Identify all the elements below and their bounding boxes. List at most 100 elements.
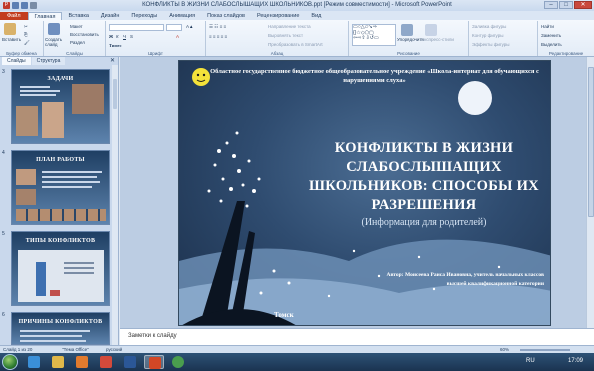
new-slide-icon[interactable] bbox=[48, 23, 60, 35]
notes-placeholder: Заметки к слайду bbox=[128, 333, 177, 339]
maximize-button[interactable]: □ bbox=[559, 1, 573, 9]
tab-outline[interactable]: Структура bbox=[31, 57, 66, 65]
font-name-field[interactable] bbox=[109, 24, 164, 31]
paste-button[interactable]: Вставить bbox=[2, 37, 21, 42]
shape-outline-button[interactable]: Контур фигуры bbox=[472, 33, 503, 38]
cut-icon[interactable]: ✂ bbox=[24, 24, 28, 30]
tab-insert[interactable]: Вставка bbox=[62, 12, 94, 20]
arrange-button[interactable]: Упорядочить bbox=[397, 37, 424, 42]
notes-pane[interactable]: Заметки к слайду bbox=[120, 328, 594, 345]
ribbon-tabs: Файл Главная Вставка Дизайн Переходы Ани… bbox=[0, 11, 594, 20]
keyboard-language[interactable]: RU bbox=[526, 358, 535, 364]
drawing-label: Рисование bbox=[397, 51, 420, 56]
slide-thumbnail[interactable]: ТИПЫ КОНФЛИКТОВ bbox=[11, 231, 110, 306]
media-player-icon bbox=[76, 356, 88, 368]
font-color-icon[interactable]: А bbox=[176, 34, 179, 39]
close-button[interactable]: ✕ bbox=[574, 1, 592, 9]
title-bar: P КОНФЛИКТЫ В ЖИЗНИ СЛАБОСЛЫШАЩИХ ШКОЛЬН… bbox=[0, 0, 594, 11]
text-direction-button[interactable]: Направление текста bbox=[268, 24, 311, 29]
tab-file[interactable]: Файл bbox=[0, 12, 28, 20]
select-button[interactable]: Выделить bbox=[541, 42, 562, 47]
slide-author[interactable]: Автор: Моисеева Раиса Ивановна, учитель … bbox=[384, 271, 545, 289]
taskbar-app-browser[interactable] bbox=[96, 355, 116, 369]
shadow-icon[interactable]: S bbox=[130, 34, 133, 39]
shape-format-group: Заливка фигуры Контур фигуры Эффекты фиг… bbox=[469, 21, 537, 56]
slide-number: 6 bbox=[2, 312, 5, 318]
clipboard-group: Вставить ✂ ⎘ 🖌 Буфер обмена bbox=[0, 21, 44, 56]
slide-thumbnail[interactable]: ПРИЧИНЫ КОНФЛИКТОВ bbox=[11, 312, 110, 345]
slide-title[interactable]: КОНФЛИКТЫ В ЖИЗНИ СЛАБОСЛЫШАЩИХ ШКОЛЬНИК… bbox=[299, 139, 549, 215]
align-icons[interactable]: ≡ ≡ ≡ ≡ ≡ bbox=[209, 34, 227, 39]
taskbar-app-ie[interactable] bbox=[24, 355, 44, 369]
minimize-button[interactable]: – bbox=[544, 1, 558, 9]
copy-icon[interactable]: ⎘ bbox=[24, 32, 28, 37]
taskbar-app-word[interactable] bbox=[120, 355, 140, 369]
shape-fill-button[interactable]: Заливка фигуры bbox=[472, 24, 506, 29]
window-title: КОНФЛИКТЫ В ЖИЗНИ СЛАБОСЛЫШАЩИХ ШКОЛЬНИК… bbox=[142, 2, 452, 8]
section-button[interactable]: Раздел bbox=[70, 40, 85, 45]
slide-thumbnail[interactable]: ЗАДАЧИ bbox=[11, 69, 110, 144]
folder-icon bbox=[52, 356, 64, 368]
tab-slides[interactable]: Слайды bbox=[2, 57, 31, 65]
zoom-level[interactable]: 60% bbox=[500, 347, 509, 352]
slide-header-text[interactable]: Областное государственное бюджетное обще… bbox=[209, 67, 540, 85]
slide-thumbnail[interactable]: ПЛАН РАБОТЫ bbox=[11, 150, 110, 225]
current-slide[interactable]: Областное государственное бюджетное обще… bbox=[178, 60, 551, 326]
shape-effects-button[interactable]: Эффекты фигуры bbox=[472, 42, 510, 47]
underline-icon[interactable]: Ч bbox=[123, 34, 126, 39]
arrange-icon[interactable] bbox=[401, 24, 413, 36]
tab-animations[interactable]: Анимация bbox=[163, 12, 201, 20]
slides-label: Слайды bbox=[66, 51, 83, 56]
tab-review[interactable]: Рецензирование bbox=[251, 12, 305, 20]
taskbar-app-explorer[interactable] bbox=[48, 355, 68, 369]
align-text-button[interactable]: Выровнять текст bbox=[268, 33, 303, 38]
zoom-slider[interactable] bbox=[520, 349, 570, 351]
quick-styles-button[interactable]: Экспресс-стили bbox=[421, 37, 454, 42]
find-button[interactable]: Найти bbox=[541, 24, 554, 29]
clock[interactable]: 17:09 bbox=[568, 358, 583, 364]
slides-pane-scrollbar[interactable] bbox=[112, 65, 118, 345]
slide-counter: Слайд 1 из 20 bbox=[3, 347, 33, 352]
tab-view[interactable]: Вид bbox=[305, 12, 327, 20]
font-label: Шрифт bbox=[148, 51, 163, 56]
shapes-gallery[interactable]: ▭○△▱↘⇒ {}☆◇⬠▢ ⇦⇨⇧⇩↺▭ bbox=[352, 24, 396, 46]
tab-transitions[interactable]: Переходы bbox=[125, 12, 163, 20]
italic-icon[interactable]: К bbox=[116, 34, 119, 39]
tab-design[interactable]: Дизайн bbox=[95, 12, 126, 20]
moon-shape bbox=[458, 81, 492, 115]
current-font-name: Тимес bbox=[109, 43, 122, 48]
grow-font-icon[interactable]: A▲ bbox=[186, 24, 193, 29]
taskbar-app-media[interactable] bbox=[72, 355, 92, 369]
reset-button[interactable]: Восстановить bbox=[70, 32, 99, 37]
slide-number: 4 bbox=[2, 150, 5, 156]
photo-image bbox=[72, 84, 104, 114]
slide-city[interactable]: Томск bbox=[274, 311, 294, 319]
replace-button[interactable]: Заменить bbox=[541, 33, 561, 38]
smartart-button[interactable]: Преобразовать в SmartArt bbox=[268, 42, 323, 47]
start-button[interactable] bbox=[2, 354, 18, 370]
browser-icon bbox=[100, 356, 112, 368]
tab-home[interactable]: Главная bbox=[27, 12, 63, 20]
editing-group: Найти Заменить Выделить Редактирование bbox=[537, 21, 594, 56]
slide-number: 5 bbox=[2, 231, 5, 237]
window-controls: – □ ✕ bbox=[544, 1, 592, 9]
pane-tabs: Слайды Структура bbox=[0, 57, 118, 65]
slides-pane: Слайды Структура ✕ 3 ЗАДАЧИ 4 ПЛАН РАБОТ… bbox=[0, 57, 119, 345]
paragraph-group: ☰ ☷ ≡ ≡ ≡ ≡ ≡ ≡ ≡ Направление текста Выр… bbox=[206, 21, 349, 56]
language-indicator[interactable]: русский bbox=[106, 347, 122, 352]
bullets-icon[interactable]: ☰ ☷ ≡ ≡ bbox=[209, 24, 226, 30]
taskbar-app-powerpoint[interactable] bbox=[144, 355, 164, 369]
close-pane-icon[interactable]: ✕ bbox=[110, 57, 115, 64]
photo-image bbox=[16, 106, 38, 136]
slide-subtitle[interactable]: (Информация для родителей) bbox=[299, 217, 549, 228]
format-painter-icon[interactable]: 🖌 bbox=[24, 40, 30, 46]
quick-styles-icon[interactable] bbox=[425, 24, 437, 36]
tab-slideshow[interactable]: Показ слайдов bbox=[201, 12, 251, 20]
bold-icon[interactable]: Ж bbox=[109, 34, 113, 39]
layout-button[interactable]: Макет bbox=[70, 24, 83, 29]
taskbar-app-chrome[interactable] bbox=[168, 355, 188, 369]
new-slide-button[interactable]: Создать слайд bbox=[45, 37, 67, 47]
font-size-field[interactable] bbox=[166, 24, 182, 31]
paste-icon[interactable] bbox=[4, 23, 16, 35]
editor-scrollbar[interactable] bbox=[586, 57, 594, 328]
